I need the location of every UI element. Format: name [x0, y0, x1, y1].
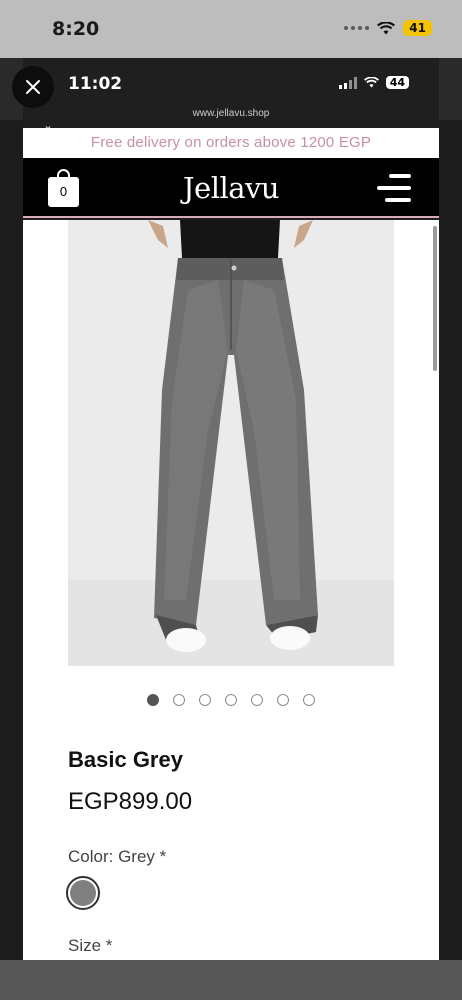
inner-battery-indicator: 44: [385, 76, 409, 89]
product-price: EGP899.00: [68, 788, 193, 815]
wifi-icon: [377, 21, 396, 34]
inner-status-time: 11:02: [68, 74, 123, 94]
close-icon: [26, 80, 40, 94]
inner-wifi-icon: [363, 77, 379, 88]
pagination-dot-5[interactable]: [251, 694, 263, 706]
browser-url[interactable]: www.jellavu.shop: [23, 108, 439, 128]
pagination-dot-3[interactable]: [199, 694, 211, 706]
signal-dots-icon: [344, 26, 370, 30]
outer-status-time: 8:20: [52, 18, 100, 40]
color-label: Color: Grey *: [68, 847, 167, 866]
pagination-dot-6[interactable]: [277, 694, 289, 706]
product-page: Basic Grey EGP899.00 Color: Grey * Size …: [23, 220, 439, 960]
left-backdrop-edge: [0, 120, 23, 960]
inner-status-bar: 11:02 44: [23, 58, 439, 108]
outer-status-bar: 8:20 41: [0, 0, 462, 58]
pagination-dot-7[interactable]: [303, 694, 315, 706]
hamburger-menu-icon[interactable]: [377, 174, 411, 202]
cellular-signal-icon: [338, 76, 357, 89]
swatch-fill: [70, 880, 96, 906]
size-label: Size *: [68, 936, 113, 955]
inner-status-icons: 44: [338, 76, 409, 89]
story-sheet: 11:02 44 www.jellavu.shop ⌄ Free deliver…: [23, 58, 439, 960]
image-pagination: [23, 694, 439, 706]
bottom-reply-bar: [0, 960, 462, 1000]
product-image[interactable]: [68, 220, 394, 666]
pagination-dot-1[interactable]: [147, 694, 159, 706]
outer-status-icons: 41: [344, 20, 432, 36]
pagination-dot-2[interactable]: [173, 694, 185, 706]
product-title: Basic Grey: [68, 747, 183, 772]
close-button[interactable]: [12, 66, 54, 108]
site-header: 0 Jellavu: [23, 158, 439, 218]
color-swatch-grey[interactable]: [66, 876, 100, 910]
right-backdrop-edge: [439, 120, 462, 960]
pagination-dot-4[interactable]: [225, 694, 237, 706]
outer-battery-indicator: 41: [403, 20, 432, 36]
page-scrollbar[interactable]: [433, 226, 437, 371]
promo-banner: Free delivery on orders above 1200 EGP: [23, 128, 439, 158]
